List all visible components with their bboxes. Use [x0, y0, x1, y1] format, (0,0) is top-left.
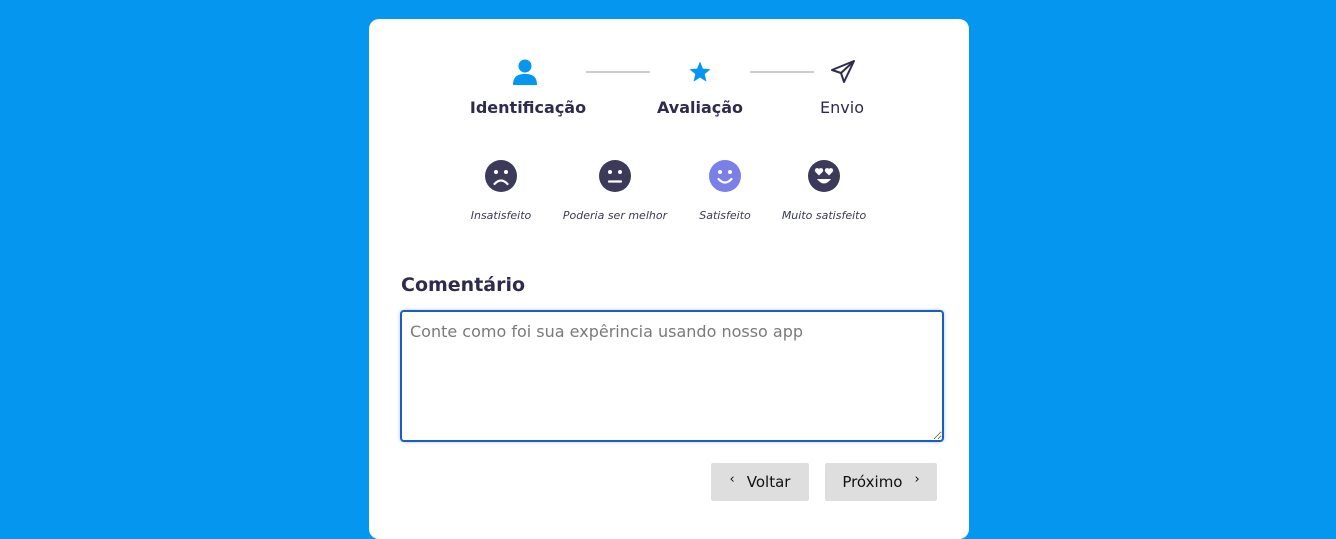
heart-eyes-face-icon [807, 159, 841, 193]
comment-textarea[interactable] [400, 310, 944, 442]
step-label-envio: Envio [820, 98, 864, 117]
step-label-identificacao: Identificação [469, 98, 587, 117]
next-button[interactable]: Próximo › [825, 463, 937, 501]
step-connector [586, 71, 650, 73]
back-button-label: Voltar [746, 473, 791, 491]
sad-face-icon [484, 159, 518, 193]
feedback-card: Identificação Avaliação Envio Insatisfei… [369, 19, 969, 539]
chevron-right-icon: › [914, 471, 920, 487]
send-icon [828, 57, 858, 87]
back-button[interactable]: ‹ Voltar [711, 463, 809, 501]
star-icon [685, 57, 715, 87]
rating-option-muito-satisfeito[interactable]: Muito satisfeito [764, 159, 884, 222]
chevron-left-icon: ‹ [729, 471, 735, 487]
stepper: Identificação Avaliação Envio [369, 19, 969, 139]
rating-option-poderia-ser-melhor[interactable]: Poderia ser melhor [555, 159, 675, 222]
next-button-label: Próximo [842, 473, 903, 491]
neutral-face-icon [598, 159, 632, 193]
step-label-avaliacao: Avaliação [656, 98, 744, 117]
comment-title: Comentário [401, 274, 526, 296]
smile-face-icon [708, 159, 742, 193]
rating-label: Poderia ser melhor [562, 209, 668, 222]
rating-label: Muito satisfeito [781, 209, 867, 222]
rating-label: Insatisfeito [470, 209, 532, 222]
step-connector [750, 71, 814, 73]
rating-option-insatisfeito[interactable]: Insatisfeito [441, 159, 561, 222]
user-icon [510, 57, 540, 87]
